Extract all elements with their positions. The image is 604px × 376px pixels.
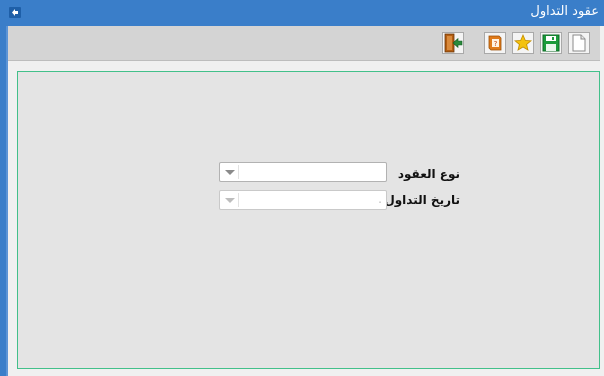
chevron-down-icon (225, 170, 235, 175)
save-icon (542, 34, 560, 52)
svg-text:?: ? (494, 40, 498, 48)
form-panel (17, 71, 600, 369)
toolbar: ? (8, 26, 600, 61)
window-titlebar: عقود التداول (0, 0, 604, 26)
trading-date-value: . (378, 192, 382, 206)
window-title: عقود التداول (530, 4, 599, 19)
trading-date-label: تاريخ التداول (384, 193, 460, 207)
new-document-icon (572, 34, 586, 52)
combo-divider (238, 165, 239, 179)
app-icon (9, 7, 21, 18)
favorite-star-icon (514, 34, 532, 51)
favorite-button[interactable] (512, 32, 534, 54)
exit-door-icon (444, 33, 463, 53)
chevron-down-icon (225, 198, 235, 203)
trading-date-dropdown[interactable]: . (219, 190, 387, 210)
help-book-icon: ? (488, 35, 502, 51)
new-button[interactable] (568, 32, 590, 54)
contract-type-dropdown[interactable] (219, 162, 387, 182)
help-button[interactable]: ? (484, 32, 506, 54)
window-left-border-inner (6, 26, 8, 376)
save-button[interactable] (540, 32, 562, 54)
combo-divider (238, 193, 239, 207)
contract-type-label: نوع العقود (397, 167, 460, 181)
exit-button[interactable] (442, 32, 464, 54)
